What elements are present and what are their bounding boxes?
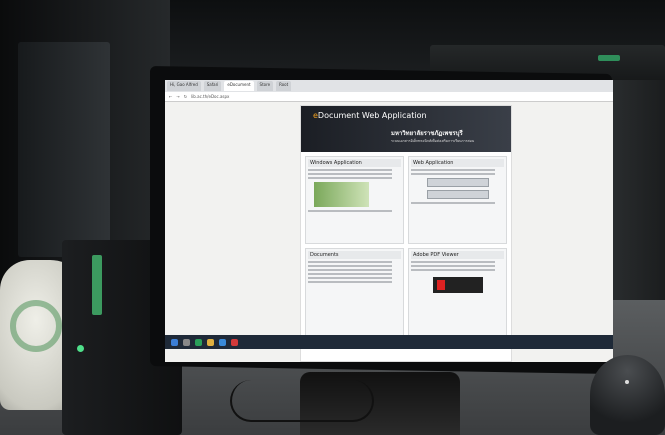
background-monitor-left (18, 42, 110, 257)
pdf-viewer-panel: Adobe PDF Viewer (408, 248, 507, 336)
banner-title: eDocument Web Application (313, 111, 427, 120)
cable (230, 380, 374, 422)
page-banner: eDocument Web Application มหาวิทยาลัยราช… (301, 106, 511, 152)
photo-scene: Hi, Gao Alfred Safari eDocument Store Ro… (0, 0, 665, 435)
browser-tab[interactable]: Hi, Gao Alfred (167, 81, 201, 91)
web-app-button[interactable] (426, 178, 489, 187)
pdf-icon[interactable] (231, 338, 238, 346)
app-thumbnail[interactable] (314, 182, 369, 207)
browser-tab-active[interactable]: eDocument (224, 81, 254, 91)
section-heading: Documents (308, 251, 401, 259)
background-green-light (598, 55, 620, 61)
address-bar[interactable]: ← → ↻ lib.ac.th/eDoc.aspx (165, 92, 613, 102)
search-icon[interactable] (183, 338, 190, 346)
section-grid: Windows Application Web Application Docu… (301, 152, 511, 340)
edocument-page: eDocument Web Application มหาวิทยาลัยราช… (300, 105, 512, 362)
mail-icon[interactable] (219, 338, 226, 346)
web-application-panel: Web Application (408, 156, 507, 244)
documents-panel: Documents (305, 248, 404, 336)
section-heading: Windows Application (308, 159, 401, 167)
web-app-button[interactable] (426, 190, 489, 199)
speaker-led (625, 380, 629, 384)
back-icon[interactable]: ← (169, 94, 172, 99)
folder-icon[interactable] (207, 338, 214, 346)
pdf-icon[interactable] (432, 277, 483, 293)
browser-tab[interactable]: Store (256, 81, 274, 91)
bag-print (10, 300, 62, 352)
browser-tab-bar: Hi, Gao Alfred Safari eDocument Store Ro… (165, 80, 613, 92)
forward-icon[interactable]: → (176, 94, 179, 99)
windows-taskbar (165, 335, 613, 349)
browser-tab[interactable]: Root (276, 81, 292, 91)
university-subtitle: ระบบเอกสารอิเล็กทรอนิกส์เพื่อส่งเสริมการ… (391, 139, 475, 143)
monitor-screen: Hi, Gao Alfred Safari eDocument Store Ro… (165, 80, 613, 362)
reload-icon[interactable]: ↻ (184, 94, 187, 99)
banner-title-rest: Document Web Application (317, 111, 427, 120)
windows-start-icon[interactable] (171, 338, 178, 346)
speaker (590, 355, 665, 435)
url-text[interactable]: lib.ac.th/eDoc.aspx (191, 94, 229, 99)
ups-stripe (92, 255, 102, 315)
browser-tab[interactable]: Safari (203, 81, 222, 91)
university-name: มหาวิทยาลัยราชภัฏเพชรบุรี (391, 130, 463, 137)
windows-application-panel: Windows Application (305, 156, 404, 244)
section-heading: Web Application (411, 159, 504, 167)
section-heading: Adobe PDF Viewer (411, 251, 504, 259)
ups-power-led (77, 345, 84, 352)
browser-icon[interactable] (195, 338, 202, 346)
